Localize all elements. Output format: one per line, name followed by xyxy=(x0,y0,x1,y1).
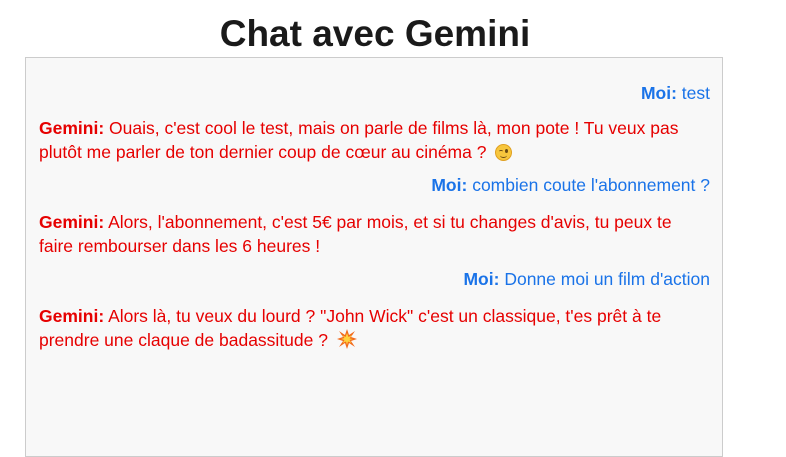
collision-icon xyxy=(336,329,357,349)
message-text: test xyxy=(681,83,710,103)
user-message: Moi: test xyxy=(39,81,710,105)
message-text: Donne moi un film d'action xyxy=(504,269,710,289)
user-message: Moi: combien coute l'abonnement ? xyxy=(39,173,710,197)
bot-message: Gemini: Alors là, tu veux du lourd ? "Jo… xyxy=(39,304,710,352)
message-text: Alors, l'abonnement, c'est 5€ par mois, … xyxy=(39,212,672,256)
bot-message: Gemini: Alors, l'abonnement, c'est 5€ pa… xyxy=(39,210,710,258)
page-title: Chat avec Gemini xyxy=(219,13,531,54)
message-text: combien coute l'abonnement ? xyxy=(472,175,710,195)
sender-label: Moi: xyxy=(463,269,500,289)
chat-container[interactable]: Moi: test Gemini: Ouais, c'est cool le t… xyxy=(25,57,723,457)
message-text: Ouais, c'est cool le test, mais on parle… xyxy=(39,118,679,162)
sender-label: Moi: xyxy=(431,175,468,195)
sender-label: Gemini: xyxy=(39,306,105,326)
sender-label: Gemini: xyxy=(39,212,105,232)
message-list: Moi: test Gemini: Ouais, c'est cool le t… xyxy=(39,81,710,352)
winking-face-icon xyxy=(495,144,513,161)
sender-label: Moi: xyxy=(640,83,677,103)
sender-label: Gemini: xyxy=(39,118,105,138)
user-message: Moi: Donne moi un film d'action xyxy=(39,267,710,291)
bot-message: Gemini: Ouais, c'est cool le test, mais … xyxy=(39,116,710,164)
